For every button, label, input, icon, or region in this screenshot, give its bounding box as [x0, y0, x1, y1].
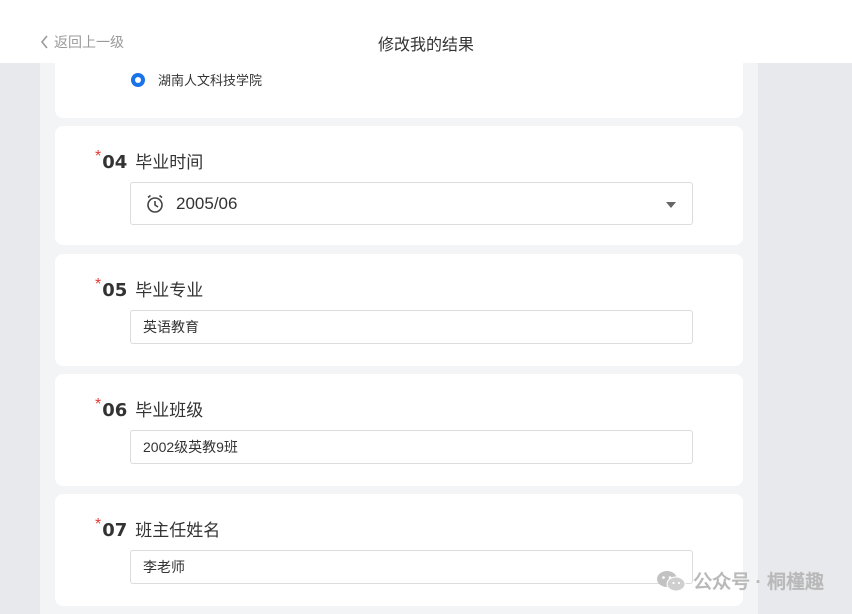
watermark: 公众号 · 桐槿趣	[655, 567, 824, 594]
watermark-text: 公众号 · 桐槿趣	[693, 572, 824, 593]
question-card-07: * 07 班主任姓名 李老师	[55, 494, 743, 606]
question-number: 06	[102, 400, 128, 421]
top-bar: 返回上一级 修改我的结果	[0, 0, 852, 63]
wechat-icon	[657, 570, 686, 591]
required-mark: *	[95, 516, 102, 533]
page-title: 修改我的结果	[377, 37, 474, 54]
major-value: 英语教育	[143, 319, 199, 335]
required-mark: *	[95, 396, 102, 413]
question-label: 班主任姓名	[135, 521, 221, 540]
class-value: 2002级英教9班	[143, 439, 238, 455]
radio-checked-icon	[131, 72, 145, 87]
question-header: * 06 毕业班级	[95, 396, 203, 421]
question-number: 05	[102, 280, 128, 301]
question-header: * 05 毕业专业	[95, 276, 203, 301]
dropdown-caret-icon	[666, 202, 676, 208]
question-card-05: * 05 毕业专业 英语教育	[55, 254, 743, 366]
required-mark: *	[95, 276, 102, 293]
required-mark: *	[95, 148, 102, 165]
question-label: 毕业专业	[135, 281, 204, 300]
question-label: 毕业班级	[135, 401, 204, 420]
form-content: 湖南人文科技学院 * 04 毕业时间 2005/06 * 05 毕业专业 英语教…	[40, 53, 758, 614]
question-number: 07	[102, 520, 128, 541]
question-label: 毕业时间	[135, 153, 204, 172]
radio-option-label: 湖南人文科技学院	[158, 73, 263, 88]
head-teacher-input[interactable]: 李老师	[130, 550, 693, 584]
date-value: 2005/06	[176, 193, 238, 213]
question-number: 04	[102, 152, 128, 173]
clock-icon	[147, 194, 163, 213]
question-header: * 04 毕业时间	[95, 148, 203, 173]
question-card-04: * 04 毕业时间 2005/06	[55, 126, 743, 245]
major-input[interactable]: 英语教育	[130, 310, 693, 344]
head-teacher-value: 李老师	[143, 559, 185, 575]
radio-option-selected[interactable]: 湖南人文科技学院	[131, 70, 262, 89]
question-header: * 07 班主任姓名	[95, 516, 220, 541]
class-input[interactable]: 2002级英教9班	[130, 430, 693, 464]
graduation-date-picker[interactable]: 2005/06	[130, 182, 693, 225]
question-card-06: * 06 毕业班级 2002级英教9班	[55, 374, 743, 486]
